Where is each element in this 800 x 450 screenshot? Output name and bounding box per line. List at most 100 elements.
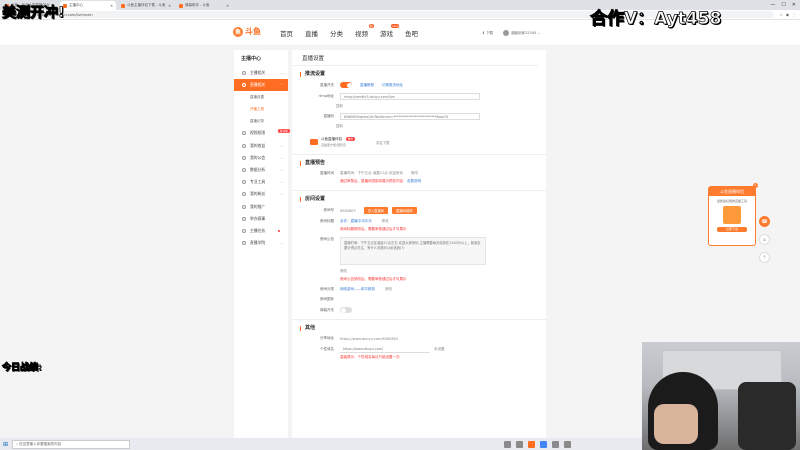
task-icon: [242, 228, 246, 233]
nav-yuba[interactable]: 鱼吧: [405, 28, 418, 38]
minimize-button[interactable]: —: [770, 2, 775, 8]
stream-overlay-contact: 合作V：Ayt458: [590, 9, 722, 30]
browser-tab-active[interactable]: 主播中心 ✕: [60, 1, 116, 10]
extension-icon[interactable]: ◆: [786, 12, 789, 17]
sidebar-item-data[interactable]: 数据分析 ⌄: [234, 164, 288, 176]
new-tag-badge: 新功能: [277, 129, 290, 134]
douyu-favicon-icon: [179, 3, 183, 8]
edit-notice-button[interactable]: 修改: [411, 171, 418, 176]
sidebar-item-anchor[interactable]: 主播相关 ⌄: [234, 67, 288, 79]
nav-label: 鱼吧: [405, 30, 418, 38]
field-label: 房间分类: [320, 287, 334, 291]
browser-tab[interactable]: 斗鱼主播伴侣下载 - 斗鱼 ✕: [118, 1, 174, 10]
extensions: ☆ ◆ ⋮: [779, 12, 796, 17]
douyu-logo[interactable]: 鱼 斗鱼: [233, 26, 261, 37]
sidebar-label: 数据分析: [250, 167, 266, 173]
promote-icon: [242, 204, 246, 209]
sidebar-item-pro-tools[interactable]: 专业工具 ⌄: [234, 176, 288, 188]
edit-room-notice-button[interactable]: 修改: [340, 269, 347, 274]
promo-header: 斗鱼直播伴侣: [709, 187, 755, 196]
nav-label: 首页: [280, 30, 293, 38]
nav-label: 直播: [305, 30, 318, 38]
field-label: 房间公告: [320, 237, 334, 241]
app-icon[interactable]: [552, 440, 560, 448]
download-link[interactable]: ⬇ 下载: [482, 31, 493, 36]
companion-promo-card[interactable]: 斗鱼直播伴侣 最新最好用的直播工具 立即下载 ×: [708, 183, 758, 246]
notification-dot: [278, 229, 280, 232]
sidebar-label: 举办赛事: [250, 215, 266, 221]
headset-icon[interactable]: ☎: [759, 216, 770, 227]
sidebar-item-fans[interactable]: 我的粉丝 ⌄: [234, 188, 288, 200]
notice-row: 直播时间 直播时间：下午五点-凌晨12点 欢迎来玩 修改: [300, 171, 538, 176]
chevron-up-icon: ⌃: [280, 83, 283, 88]
sidebar-label: 我的推广: [250, 203, 266, 209]
nav-live[interactable]: 直播: [305, 28, 318, 38]
windows-start-icon[interactable]: ⊞: [3, 441, 8, 448]
copy-rtmp-button[interactable]: 复制: [336, 103, 538, 108]
copy-code-button[interactable]: 复制: [336, 123, 538, 128]
browser-tab[interactable]: 弹幕助手 - 斗鱼 ✕: [176, 1, 232, 10]
section-notice-title: 直播预告: [300, 161, 538, 166]
room-notice-textarea[interactable]: 直播时间：下午五点至凌晨12点左右 欢迎大家来玩 主播需要每天保持在1200分以…: [340, 237, 486, 265]
sidebar-item-academy[interactable]: 直播学院 ⌄: [234, 237, 288, 249]
taskbar-search-input[interactable]: ⌕ 在这里输入你要搜索的内容: [12, 439, 131, 449]
download-companion-link[interactable]: 前往下载: [376, 140, 389, 145]
room-notice-warn-row: 房间公告修改后，需要审核通过后才可展示: [300, 277, 538, 282]
close-window-button[interactable]: ✕: [792, 2, 796, 8]
sidebar-label: 我的粉丝: [250, 191, 266, 197]
enter-room-button[interactable]: 进入直播间: [363, 207, 389, 214]
sidebar-sub-tools[interactable]: 开播工具: [234, 103, 288, 115]
stream-tutorial-link[interactable]: 直播教程: [360, 83, 374, 88]
notice-value: 直播时间：下午五点-凌晨12点 欢迎来玩: [340, 171, 403, 175]
promo-download-button[interactable]: 立即下载: [717, 227, 747, 232]
decorate-room-button[interactable]: 直播间装修: [392, 207, 417, 214]
promo-close-button[interactable]: ×: [753, 183, 758, 188]
sidebar-item-promote[interactable]: 我的推广: [234, 201, 288, 213]
chevron-down-icon: ⌄: [280, 192, 283, 197]
edit-title-button[interactable]: 修改: [382, 219, 389, 224]
notice-help-link[interactable]: 查看说明: [407, 179, 421, 184]
nav-category[interactable]: 分类: [330, 28, 343, 38]
sidebar-item-income[interactable]: 我的收益 ⌄: [234, 140, 288, 152]
notice-edit-row: 修改: [300, 269, 538, 274]
sidebar-item-video[interactable]: 视频权限 新功能: [234, 127, 290, 139]
sidebar-item-live[interactable]: 直播相关 ⌃: [234, 79, 288, 92]
app-icon[interactable]: [504, 440, 512, 448]
app-icon[interactable]: [516, 440, 524, 448]
share-address-value[interactable]: https://www.douyu.com/6560803: [340, 337, 398, 341]
maximize-button[interactable]: ☐: [781, 2, 785, 8]
app-icon[interactable]: [564, 440, 572, 448]
close-icon[interactable]: ✕: [110, 4, 113, 8]
room-title-value: 合作：直播中冲冲冲: [340, 219, 372, 223]
nav-video[interactable]: 视频新: [355, 24, 374, 38]
star-icon[interactable]: ☆: [779, 12, 783, 17]
douyu-app-icon[interactable]: [528, 440, 536, 448]
sidebar-item-guild[interactable]: 我的公会 ⌄: [234, 152, 288, 164]
nav-game[interactable]: 游戏 new: [380, 24, 399, 38]
switch-address-link[interactable]: 切换推流地址: [382, 83, 403, 88]
nav-home[interactable]: 首页: [280, 28, 293, 38]
sidebar-sub-records[interactable]: 直播记录: [234, 115, 288, 127]
close-icon[interactable]: ✕: [226, 4, 229, 8]
sidebar-item-tasks[interactable]: 主播任务: [234, 225, 288, 237]
fans-icon: [242, 192, 246, 197]
chrome-icon[interactable]: [540, 440, 548, 448]
back-to-top-icon[interactable]: ⇡: [759, 252, 770, 263]
rtmp-address-field[interactable]: rtmp://sendtc3.douyu.com/live: [340, 93, 480, 100]
sidebar-sub-live-settings[interactable]: 直播设置: [234, 91, 288, 103]
sidebar-item-events[interactable]: 举办赛事: [234, 213, 288, 225]
guild-icon: [242, 155, 246, 160]
tab-label: 弹幕助手 - 斗鱼: [185, 3, 210, 7]
live-switch-toggle[interactable]: [340, 82, 352, 88]
danmu-switch-toggle[interactable]: [340, 307, 352, 313]
close-icon[interactable]: ✕: [168, 4, 171, 8]
custom-domain-input[interactable]: https://www.douyu.com/: [340, 346, 430, 353]
edit-category-button[interactable]: 修改: [385, 287, 392, 292]
stream-code-field[interactable]: 6560803rqnhaQhrTwsSecret=***************…: [340, 113, 480, 120]
user-menu[interactable]: 超级玩家12345 ⌄: [503, 30, 540, 36]
main-panel: 直播设置 推流设置 直播开关 直播教程 切换推流地址 rtmp地址 rtmp:/…: [292, 50, 546, 438]
field-label: rtmp地址: [318, 94, 334, 98]
home-icon[interactable]: ⌂: [759, 234, 770, 245]
menu-icon[interactable]: ⋮: [792, 12, 796, 17]
custom-domain-warning: 温馨提示：个性域名每月只能设置一次: [340, 355, 400, 359]
